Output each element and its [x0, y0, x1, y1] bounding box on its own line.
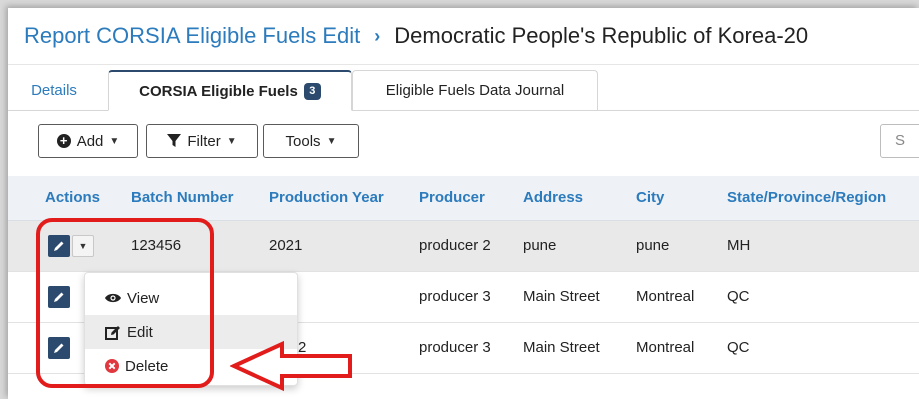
toolbar: + Add ▼ Filter ▼ Tools ▼ S	[8, 112, 919, 172]
menu-item-edit[interactable]: Edit	[85, 315, 297, 349]
cell-state: QC	[727, 339, 750, 356]
cell-producer: producer 3	[419, 339, 491, 356]
plus-circle-icon: +	[56, 134, 71, 148]
column-header-state[interactable]: State/Province/Region	[727, 176, 886, 220]
cell-state: MH	[727, 237, 751, 254]
menu-item-view-label: View	[127, 289, 160, 307]
funnel-icon	[167, 134, 182, 147]
tools-button[interactable]: Tools ▼	[263, 124, 359, 158]
tab-details[interactable]: Details	[8, 70, 100, 110]
breadcrumb-link[interactable]: Report CORSIA Eligible Fuels Edit	[24, 23, 360, 49]
add-button[interactable]: + Add ▼	[38, 124, 138, 158]
filter-button[interactable]: Filter ▼	[146, 124, 258, 158]
pencil-icon	[54, 343, 64, 353]
cell-production-year: 2	[298, 339, 307, 356]
row-actions-menu: View Edit Delete	[84, 272, 298, 386]
cell-address: pune	[523, 237, 557, 254]
tab-bar: Details CORSIA Eligible Fuels 3 Eligible…	[8, 66, 919, 111]
edit-square-icon	[105, 325, 120, 340]
add-button-label: Add	[76, 132, 104, 150]
tools-button-label: Tools	[285, 132, 321, 150]
edit-row-button[interactable]	[48, 337, 70, 359]
tab-journal-label: Eligible Fuels Data Journal	[385, 82, 565, 99]
table-header: Actions Batch Number Production Year Pro…	[8, 176, 919, 221]
column-header-address[interactable]: Address	[523, 176, 583, 220]
app-window: Report CORSIA Eligible Fuels Edit › Demo…	[8, 8, 919, 399]
edit-row-button[interactable]	[48, 286, 70, 308]
count-badge: 3	[303, 82, 321, 100]
cell-producer: producer 3	[419, 288, 491, 305]
tab-eligible-fuels-data-journal[interactable]: Eligible Fuels Data Journal	[352, 70, 598, 110]
table-row: ▼ 123456 2021 producer 2 pune pune MH	[8, 221, 919, 272]
column-header-production-year[interactable]: Production Year	[269, 176, 384, 220]
column-header-city[interactable]: City	[636, 176, 664, 220]
cell-state: QC	[727, 288, 750, 305]
cell-producer: producer 2	[419, 237, 491, 254]
cell-production-year: 2021	[269, 237, 303, 254]
cell-batch-number: 123456	[131, 237, 182, 254]
page-title: Democratic People's Republic of Korea-20	[394, 23, 809, 48]
page-title-bar: Report CORSIA Eligible Fuels Edit › Demo…	[8, 8, 919, 65]
cell-address: Main Street	[523, 339, 600, 356]
menu-item-view[interactable]: View	[85, 281, 297, 315]
pencil-icon	[54, 292, 64, 302]
tab-corsia-label: CORSIA Eligible Fuels	[139, 82, 298, 100]
menu-item-edit-label: Edit	[127, 323, 153, 341]
search-input[interactable]: S	[880, 124, 919, 158]
cell-city: Montreal	[636, 339, 695, 356]
eye-icon	[105, 293, 121, 303]
column-header-producer[interactable]: Producer	[419, 176, 485, 220]
caret-down-icon: ▼	[109, 135, 120, 147]
cell-city: Montreal	[636, 288, 695, 305]
column-header-batch-number[interactable]: Batch Number	[131, 176, 234, 220]
edit-row-button[interactable]	[48, 235, 70, 257]
pencil-icon	[54, 241, 64, 251]
menu-item-delete[interactable]: Delete	[85, 349, 297, 383]
filter-button-label: Filter	[187, 132, 221, 150]
caret-down-icon: ▼	[226, 135, 237, 147]
menu-item-delete-label: Delete	[125, 357, 169, 375]
caret-down-icon: ▼	[78, 241, 88, 251]
breadcrumb-separator-icon: ›	[374, 25, 381, 46]
cell-city: pune	[636, 237, 670, 254]
column-header-actions[interactable]: Actions	[45, 176, 100, 220]
cell-address: Main Street	[523, 288, 600, 305]
tab-corsia-eligible-fuels[interactable]: CORSIA Eligible Fuels 3	[108, 70, 352, 111]
row-actions-dropdown-toggle[interactable]: ▼	[72, 235, 94, 257]
times-circle-icon	[105, 359, 119, 373]
caret-down-icon: ▼	[326, 135, 337, 147]
tab-details-label: Details	[31, 81, 77, 99]
